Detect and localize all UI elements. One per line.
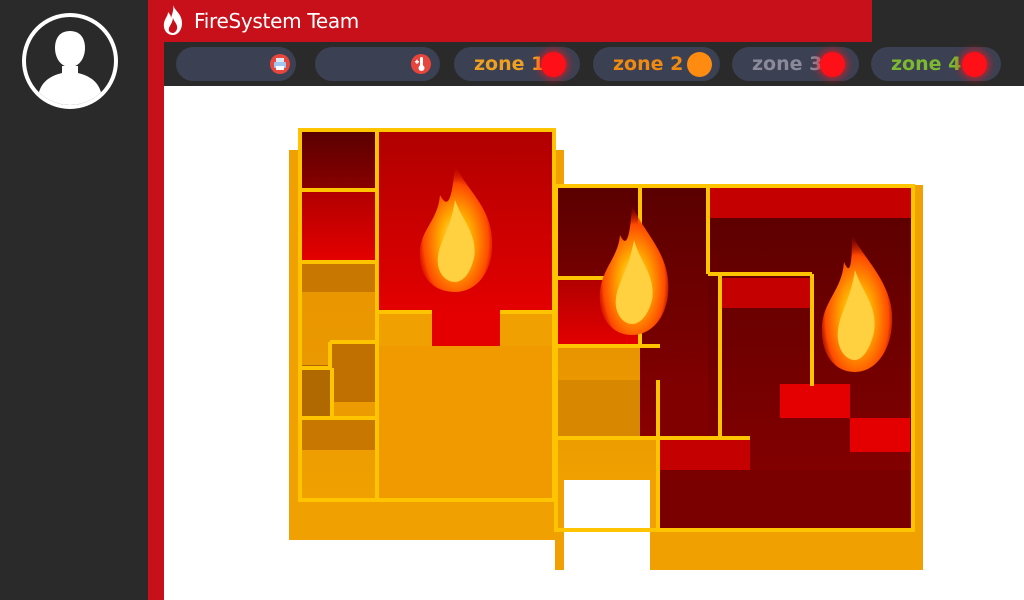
printer-sensor-button[interactable] — [176, 47, 296, 81]
header-corner — [872, 0, 1024, 42]
zone-3-status-indicator — [820, 52, 845, 77]
app-title: FireSystem Team — [194, 9, 359, 33]
zone-2-label: zone 2 — [613, 53, 684, 75]
accent-bar — [148, 0, 164, 600]
zone-2-button[interactable]: zone 2 — [593, 47, 720, 81]
zone-1-status-indicator — [541, 52, 566, 77]
zone-4-label: zone 4 — [891, 53, 962, 75]
flame-logo-icon — [163, 5, 182, 35]
sidebar — [0, 0, 148, 600]
floor-plan — [289, 128, 923, 570]
zone-1-button[interactable]: zone 1 — [454, 47, 580, 81]
thermometer-sensor-button[interactable] — [315, 47, 440, 81]
thermometer-icon — [411, 54, 431, 74]
zone-3-button[interactable]: zone 3 — [732, 47, 859, 81]
zone-4-button[interactable]: zone 4 — [871, 47, 1001, 81]
person-silhouette-icon — [38, 31, 102, 105]
zone-4-status-indicator — [962, 52, 987, 77]
user-avatar[interactable] — [22, 13, 118, 109]
printer-icon — [270, 54, 290, 74]
zone-1-label: zone 1 — [474, 53, 545, 75]
zone-2-status-indicator — [687, 52, 712, 77]
zone-3-label: zone 3 — [752, 53, 823, 75]
